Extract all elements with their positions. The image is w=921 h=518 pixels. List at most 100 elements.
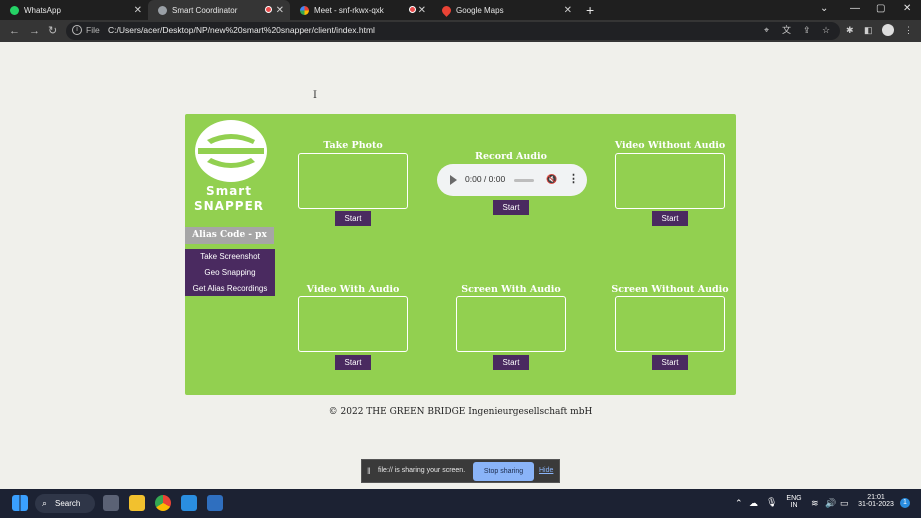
hide-link[interactable]: Hide [539, 467, 553, 474]
tab-label: WhatsApp [24, 5, 61, 15]
sidebar-item-alias-recordings[interactable]: Get Alias Recordings [185, 284, 275, 293]
location-icon[interactable]: ⌖ [764, 25, 769, 36]
recording-icon [265, 6, 272, 13]
info-icon[interactable]: i [72, 25, 82, 35]
close-icon[interactable]: ✕ [134, 5, 142, 16]
language-indicator[interactable]: ENG IN [785, 495, 803, 509]
windows-taskbar: ⌕ Search ⌃ ☁ 🎙 ENG IN ≋ 🔊 ▭ 21:01 31-01-… [0, 489, 921, 518]
chevron-up-icon[interactable]: ⌃ [735, 498, 743, 509]
play-icon[interactable] [450, 175, 457, 185]
reload-button[interactable]: ↻ [48, 24, 57, 38]
start-video-without-audio-button[interactable]: Start [652, 211, 688, 226]
text-cursor-icon: I [313, 90, 317, 101]
task-view-icon[interactable] [103, 495, 119, 511]
menu-dots-icon[interactable]: ⋮ [904, 25, 913, 36]
clock-time: 21:01 [867, 494, 885, 501]
taskbar-search[interactable]: ⌕ Search [35, 494, 95, 513]
vscode-icon[interactable] [181, 495, 197, 511]
forward-button[interactable]: → [29, 24, 40, 38]
microphone-icon[interactable]: 🎙 [766, 497, 777, 508]
url-text[interactable]: C:/Users/acer/Desktop/NP/new%20smart%20s… [108, 25, 375, 35]
start-video-with-audio-button[interactable]: Start [335, 355, 371, 370]
tab-google-maps[interactable]: Google Maps ✕ [432, 0, 578, 20]
back-button[interactable]: ← [9, 24, 20, 38]
photo-preview [298, 153, 408, 209]
start-screen-without-audio-button[interactable]: Start [652, 355, 688, 370]
card-title-video-without-audio: Video Without Audio [614, 140, 726, 151]
wifi-icon[interactable]: ≋ [811, 498, 819, 509]
file-explorer-icon[interactable] [129, 495, 145, 511]
sidebar-item-geo-snapping[interactable]: Geo Snapping [185, 268, 275, 277]
clock-date: 31-01-2023 [858, 501, 894, 508]
side-panel-icon[interactable]: ◧ [864, 25, 873, 36]
browser-toolbar: ← → ↻ i File C:/Users/acer/Desktop/NP/ne… [0, 20, 921, 42]
audio-progress-slider[interactable] [514, 179, 534, 182]
volume-icon[interactable]: 🔊 [825, 498, 836, 509]
whatsapp-icon [10, 5, 19, 15]
share-icon[interactable]: ⇪ [803, 25, 811, 36]
snapper-logo [195, 120, 267, 182]
video-with-audio-preview [298, 296, 408, 352]
address-bar[interactable]: i File C:/Users/acer/Desktop/NP/new%20sm… [66, 22, 840, 40]
extensions-icon[interactable]: ✱ [846, 25, 854, 36]
stop-sharing-button[interactable]: Stop sharing [473, 462, 534, 481]
profile-avatar[interactable] [882, 24, 894, 36]
windows-start-icon[interactable] [12, 495, 28, 511]
map-pin-icon [440, 3, 453, 17]
powershell-icon[interactable] [207, 495, 223, 511]
page-footer: © 2022 THE GREEN BRIDGE Ingenieurgesells… [328, 407, 593, 417]
globe-icon [158, 5, 167, 15]
brand-subname: SNAPPER [194, 199, 264, 213]
tab-label: Smart Coordinator [172, 5, 238, 15]
start-screen-with-audio-button[interactable]: Start [493, 355, 529, 370]
cloud-icon[interactable]: ☁ [749, 498, 758, 509]
brand-name: Smart [206, 184, 252, 198]
card-title-take-photo: Take Photo [323, 140, 383, 151]
tab-label: Google Maps [456, 5, 504, 15]
meet-icon [300, 5, 309, 15]
tab-meet[interactable]: Meet - snf-rkwx-qxk ✕ [290, 0, 432, 20]
card-title-screen-without-audio: Screen Without Audio [611, 284, 729, 295]
sidebar-menu: Take Screenshot Geo Snapping Get Alias R… [185, 249, 275, 296]
url-scheme: File [86, 25, 100, 35]
start-take-photo-button[interactable]: Start [335, 211, 371, 226]
video-without-audio-preview [615, 153, 725, 209]
notification-badge[interactable]: 1 [900, 498, 910, 508]
bookmark-star-icon[interactable]: ☆ [822, 25, 830, 36]
start-record-audio-button[interactable]: Start [493, 200, 529, 215]
recording-icon [409, 6, 416, 13]
screen-with-audio-preview [456, 296, 566, 352]
new-tab-button[interactable]: + [586, 2, 594, 18]
chrome-icon[interactable] [155, 495, 171, 511]
battery-icon[interactable]: ▭ [840, 498, 849, 509]
tab-whatsapp[interactable]: WhatsApp ✕ [0, 0, 148, 20]
search-icon: ⌕ [42, 498, 48, 508]
audio-time: 0:00 / 0:00 [465, 174, 506, 184]
alias-code-label: Alias Code - px [185, 227, 274, 244]
more-options-icon[interactable]: ⋮ [568, 172, 579, 185]
sharing-message: file:// is sharing your screen. [378, 467, 466, 474]
language-region: IN [790, 502, 798, 509]
tab-label: Meet - snf-rkwx-qxk [314, 5, 384, 15]
window-close-button[interactable]: ✕ [903, 3, 911, 14]
card-title-video-with-audio: Video With Audio [306, 284, 400, 295]
maximize-button[interactable]: ▢ [876, 3, 885, 14]
screen-sharing-bar: ‖ file:// is sharing your screen. Stop s… [361, 459, 560, 483]
minimize-button[interactable]: — [850, 3, 860, 14]
close-icon[interactable]: ✕ [418, 5, 426, 16]
muted-speaker-icon[interactable]: 🔇 [546, 174, 557, 185]
close-icon[interactable]: ✕ [564, 5, 572, 16]
clock[interactable]: 21:01 31-01-2023 [856, 494, 896, 508]
search-label: Search [55, 499, 81, 508]
main-panel: Smart SNAPPER Alias Code - px Take Scree… [185, 114, 736, 395]
drag-handle-icon[interactable]: ‖ [367, 466, 371, 476]
card-title-screen-with-audio: Screen With Audio [461, 284, 561, 295]
audio-player: 0:00 / 0:00 🔇 ⋮ [437, 164, 587, 196]
close-icon[interactable]: ✕ [276, 5, 284, 16]
chevron-down-icon[interactable]: ⌄ [820, 3, 828, 14]
screen-without-audio-preview [615, 296, 725, 352]
sidebar-item-take-screenshot[interactable]: Take Screenshot [185, 252, 275, 261]
translate-icon[interactable]: 文 [782, 25, 791, 36]
browser-tab-strip: WhatsApp ✕ Smart Coordinator ✕ Meet - sn… [0, 0, 921, 20]
tab-smart-coordinator[interactable]: Smart Coordinator ✕ [148, 0, 290, 20]
